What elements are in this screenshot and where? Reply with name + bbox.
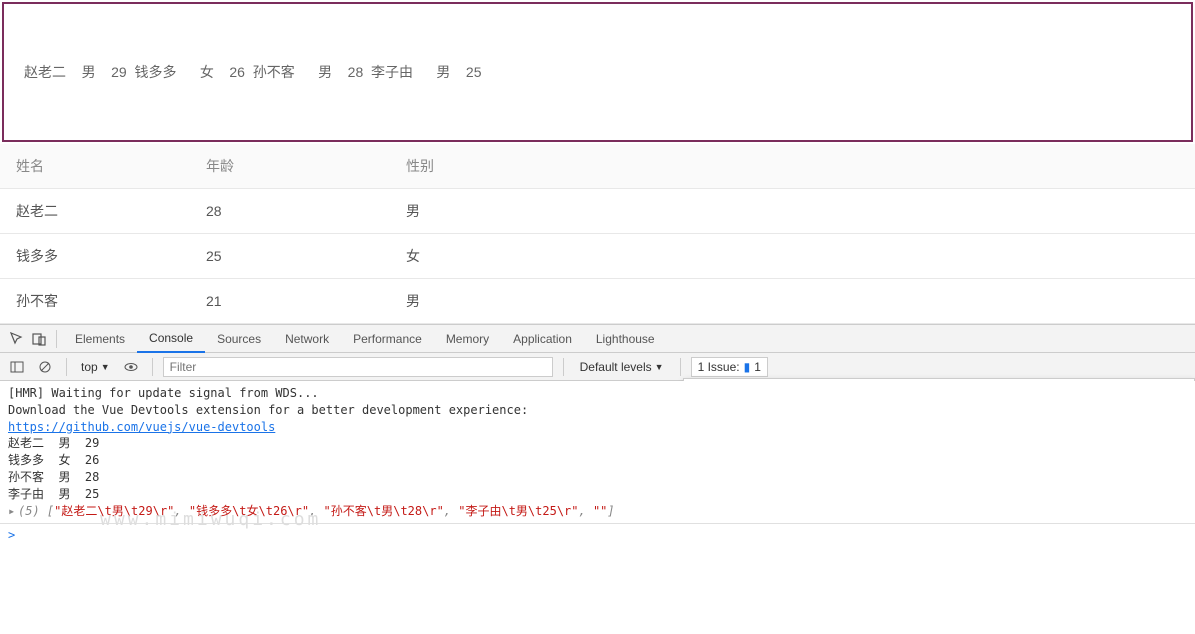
console-prompt[interactable]: > bbox=[0, 523, 1195, 546]
issue-icon: ▮ bbox=[744, 360, 751, 374]
cell-age: 21 bbox=[190, 279, 390, 324]
console-toolbar: top▼ Default levels ▼ 1 Issue: ▮ 1 bbox=[0, 353, 1195, 381]
device-toggle-icon[interactable] bbox=[28, 328, 50, 350]
table-row: 赵老二 28 男 bbox=[0, 189, 1195, 234]
data-table: 姓名 年龄 性别 赵老二 28 男 钱多多 25 女 孙不客 21 男 bbox=[0, 144, 1195, 324]
selected-region: 赵老二 男 29 钱多多 女 26 孙不客 男 28 李子由 男 25 bbox=[2, 2, 1193, 142]
console-line: Download the Vue Devtools extension for … bbox=[8, 402, 1187, 419]
tab-performance[interactable]: Performance bbox=[341, 326, 434, 352]
console-log-line: 李子由 男 25 bbox=[8, 486, 1187, 503]
table-row: 钱多多 25 女 bbox=[0, 234, 1195, 279]
inspect-icon[interactable] bbox=[6, 328, 28, 350]
header-name: 姓名 bbox=[0, 144, 190, 189]
sidebar-toggle-icon[interactable] bbox=[6, 356, 28, 378]
tab-lighthouse[interactable]: Lighthouse bbox=[584, 326, 667, 352]
tab-sources[interactable]: Sources bbox=[205, 326, 273, 352]
cell-age: 28 bbox=[190, 189, 390, 234]
inline-item: 孙不客 男 28 bbox=[253, 64, 367, 80]
table-header-row: 姓名 年龄 性别 bbox=[0, 144, 1195, 189]
cell-gender: 男 bbox=[390, 189, 1195, 234]
header-age: 年龄 bbox=[190, 144, 390, 189]
cell-gender: 女 bbox=[390, 234, 1195, 279]
filter-input[interactable] bbox=[163, 357, 553, 377]
tab-elements[interactable]: Elements bbox=[63, 326, 137, 352]
table-row: 孙不客 21 男 bbox=[0, 279, 1195, 324]
cell-name: 孙不客 bbox=[0, 279, 190, 324]
inline-item: 钱多多 女 26 bbox=[134, 64, 248, 80]
console-log-line: 孙不客 男 28 bbox=[8, 469, 1187, 486]
cell-name: 钱多多 bbox=[0, 234, 190, 279]
clear-console-icon[interactable] bbox=[34, 356, 56, 378]
log-levels-dropdown[interactable]: Default levels ▼ bbox=[574, 358, 670, 376]
inline-data-row: 赵老二 男 29 钱多多 女 26 孙不客 男 28 李子由 男 25 bbox=[14, 52, 492, 92]
cell-gender: 男 bbox=[390, 279, 1195, 324]
devtools-tabbar: Elements Console Sources Network Perform… bbox=[0, 325, 1195, 353]
header-gender: 性别 bbox=[390, 144, 1195, 189]
inline-item: 李子由 男 25 bbox=[371, 64, 481, 80]
tab-console[interactable]: Console bbox=[137, 325, 205, 353]
cell-name: 赵老二 bbox=[0, 189, 190, 234]
inline-item: 赵老二 男 29 bbox=[24, 64, 131, 80]
tab-memory[interactable]: Memory bbox=[434, 326, 501, 352]
tab-network[interactable]: Network bbox=[273, 326, 341, 352]
cell-age: 25 bbox=[190, 234, 390, 279]
console-link[interactable]: https://github.com/vuejs/vue-devtools bbox=[8, 420, 275, 434]
console-array-line[interactable]: ▸(5) ["赵老二\t男\t29\r", "钱多多\t女\t26\r", "孙… bbox=[8, 503, 1187, 520]
expand-triangle-icon[interactable]: ▸ bbox=[8, 503, 18, 520]
console-log-line: 赵老二 男 29 bbox=[8, 435, 1187, 452]
console-body: www.mimiwuqi.com [HMR] Waiting for updat… bbox=[0, 381, 1195, 523]
issues-badge[interactable]: 1 Issue: ▮ 1 bbox=[691, 357, 768, 377]
eye-icon[interactable] bbox=[120, 356, 142, 378]
context-dropdown[interactable]: top▼ bbox=[77, 358, 114, 376]
devtools-panel: Elements Console Sources Network Perform… bbox=[0, 324, 1195, 546]
tab-application[interactable]: Application bbox=[501, 326, 584, 352]
console-log-line: 钱多多 女 26 bbox=[8, 452, 1187, 469]
console-line: [HMR] Waiting for update signal from WDS… bbox=[8, 385, 1187, 402]
